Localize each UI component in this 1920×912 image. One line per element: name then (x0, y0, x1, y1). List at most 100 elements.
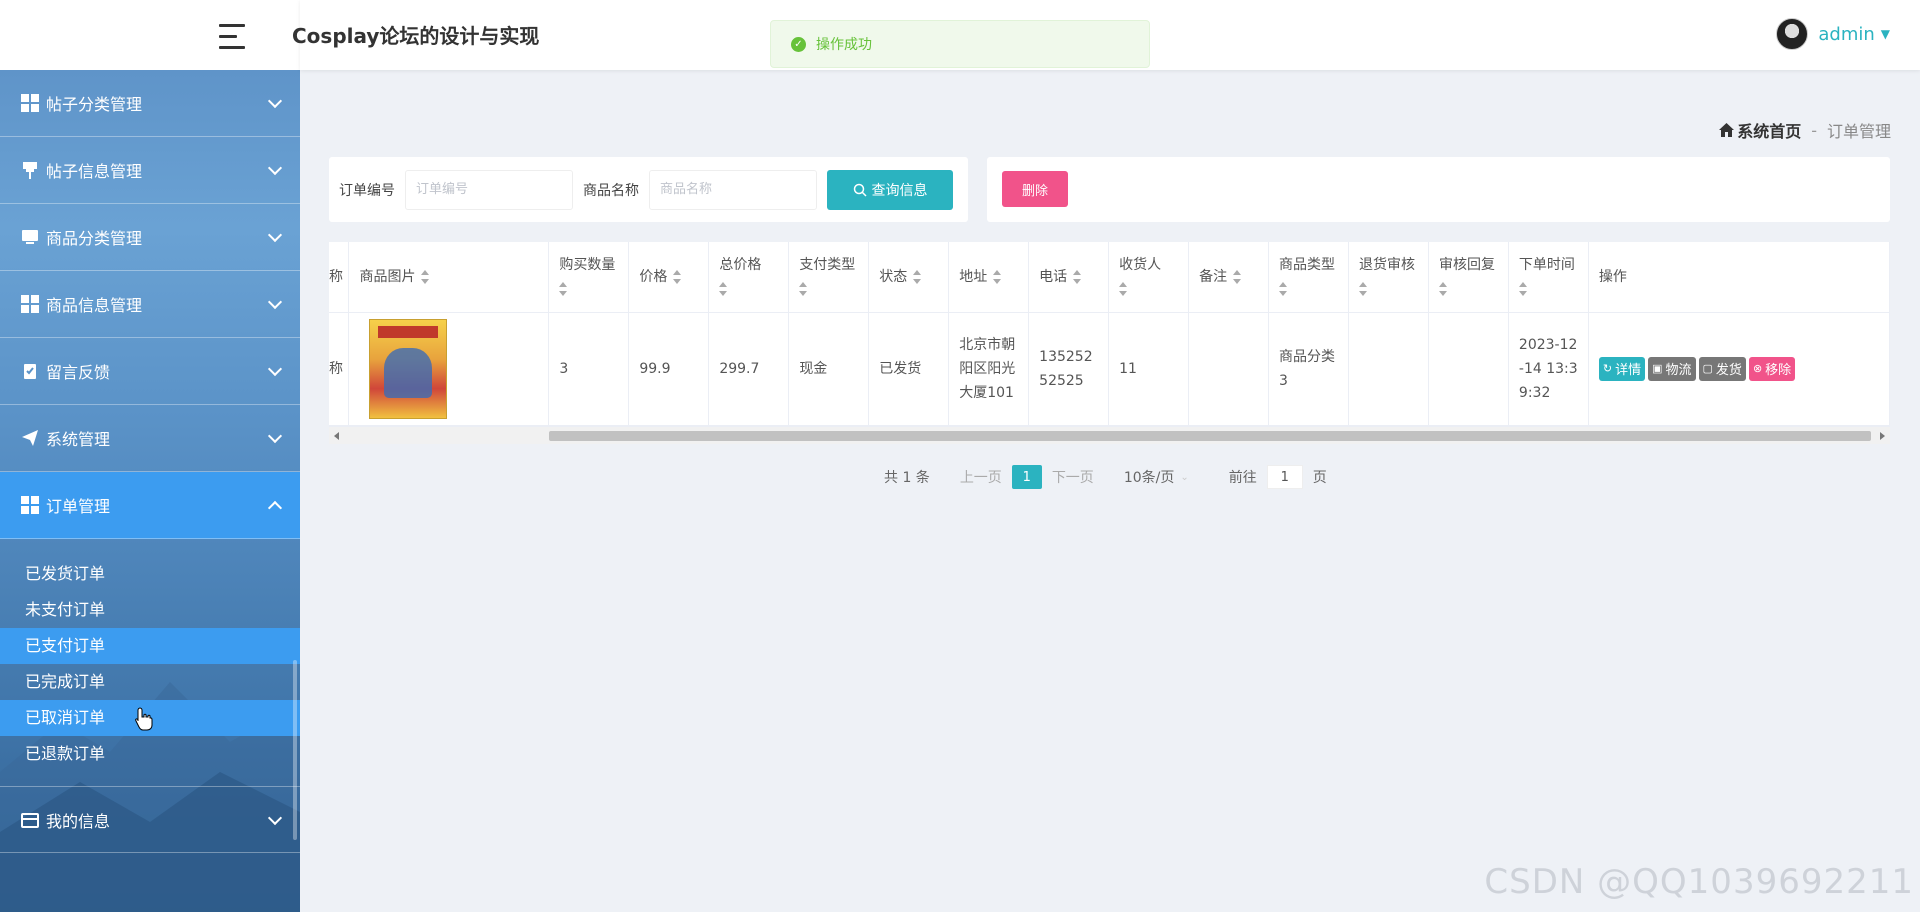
hand-cursor-icon (135, 707, 153, 731)
scrollbar-thumb[interactable] (549, 431, 1871, 441)
menu-toggle-icon[interactable] (219, 24, 245, 49)
sort-icon[interactable] (421, 269, 430, 284)
sidebar-item-post-info[interactable]: 帖子信息管理 (0, 137, 300, 204)
col-header[interactable]: 地址 (948, 242, 1030, 313)
sidebar-item-feedback[interactable]: 留言反馈 (0, 338, 300, 405)
sidebar-item-post-category[interactable]: 帖子分类管理 (0, 70, 300, 137)
header: Cosplay论坛的设计与实现 ✓ 操作成功 admin ▼ (292, 0, 1920, 70)
user-menu[interactable]: admin ▼ (1776, 18, 1890, 50)
sidebar-scrollbar[interactable] (293, 660, 297, 840)
col-header[interactable]: 退货审核 (1348, 242, 1429, 313)
remove-label: 移除 (1765, 362, 1792, 377)
username: admin (1818, 23, 1875, 45)
page-unit-label: 页 (1312, 470, 1327, 486)
sort-icon[interactable] (1233, 269, 1242, 284)
col-header-label: 购买数量 (559, 256, 616, 273)
ship-button[interactable]: ▢ 发货 (1698, 356, 1746, 381)
col-header[interactable]: 下单时间 (1508, 242, 1589, 313)
col-header[interactable]: 支付类型 (788, 242, 870, 313)
col-header[interactable]: 审核回复 (1428, 242, 1509, 313)
col-header-label: 商品类型 (1279, 256, 1336, 273)
chevron-down-icon (267, 361, 283, 377)
sort-icon[interactable] (799, 281, 808, 296)
sidebar-item-orders[interactable]: 订单管理 (0, 472, 300, 539)
cell-order-time: 2023-12-14 13:39:32 (1508, 312, 1589, 426)
sort-icon[interactable] (1119, 281, 1128, 296)
chevron-down-icon (267, 428, 283, 444)
wallet-icon (20, 810, 40, 830)
prev-page-button[interactable]: 上一页 (960, 467, 1002, 487)
sidebar-item-product-category[interactable]: 商品分类管理 (0, 204, 300, 271)
sort-icon[interactable] (673, 269, 682, 284)
remove-button[interactable]: ⊗ 移除 (1748, 356, 1796, 381)
submenu-unpaid-orders[interactable]: 未支付订单 (0, 592, 300, 628)
sort-icon[interactable] (559, 281, 568, 296)
action-panel: 删除 (987, 157, 1890, 222)
col-header[interactable]: 总价格 (708, 242, 790, 313)
submenu-shipped-orders[interactable]: 已发货订单 (0, 556, 300, 592)
scroll-left-icon[interactable] (334, 432, 339, 440)
chevron-down-icon (267, 227, 283, 243)
page-1-button[interactable]: 1 (1011, 465, 1042, 489)
watermark: CSDN @QQ1039692211 (1484, 862, 1914, 902)
sort-icon[interactable] (719, 281, 728, 296)
col-header[interactable]: 电话 (1028, 242, 1110, 313)
submenu-refunded-orders[interactable]: 已退款订单 (0, 736, 300, 772)
horizontal-scrollbar[interactable] (329, 426, 1890, 444)
col-header[interactable]: 价格 (628, 242, 710, 313)
cell-phone: 13525252525 (1028, 312, 1110, 426)
next-page-button[interactable]: 下一页 (1052, 467, 1094, 487)
breadcrumb-separator: - (1811, 120, 1817, 140)
search-button[interactable]: 查询信息 (827, 169, 953, 210)
sidebar-item-label: 我的信息 (46, 811, 111, 831)
sort-icon[interactable] (993, 269, 1002, 284)
cell-remark (1188, 312, 1270, 426)
sidebar-item-label: 帖子分类管理 (46, 95, 143, 114)
submenu-paid-orders[interactable]: 已支付订单 (0, 628, 300, 664)
col-header[interactable]: 备注 (1188, 242, 1270, 313)
goto-page-input[interactable] (1266, 465, 1303, 489)
sidebar-item-product-info[interactable]: 商品信息管理 (0, 271, 300, 338)
topbar-left (0, 0, 300, 70)
sort-icon[interactable] (913, 269, 922, 284)
breadcrumb-home[interactable]: 系统首页 (1719, 118, 1801, 142)
col-header[interactable]: 购买数量 (548, 242, 630, 313)
pagination: 共 1 条 上一页 1 下一页 10条/页 ⌄ 前往 页 (884, 465, 1327, 489)
close-circle-icon: ⊗ (1752, 363, 1763, 375)
sidebar-item-label: 留言反馈 (46, 363, 111, 382)
sort-icon[interactable] (1438, 281, 1447, 296)
col-header-label: 商品图片 (359, 268, 416, 285)
col-header[interactable]: 商品类型 (1268, 242, 1349, 313)
submenu-completed-orders[interactable]: 已完成订单 (0, 664, 300, 700)
breadcrumb-home-label: 系统首页 (1737, 122, 1802, 141)
ship-label: 发货 (1715, 362, 1742, 377)
cell-image (348, 312, 550, 426)
sidebar-item-my-info[interactable]: 我的信息 (0, 786, 300, 853)
sidebar-item-system[interactable]: 系统管理 (0, 405, 300, 472)
order-no-input[interactable] (405, 169, 573, 210)
table-header-row: 称 商品图片 购买数量 价格 总价格 支付类型 状态 地址 电话 收货人 备注 … (329, 242, 1890, 313)
sort-icon[interactable] (1279, 281, 1288, 296)
delete-button[interactable]: 删除 (1002, 171, 1068, 207)
product-image[interactable] (369, 318, 448, 419)
sort-icon[interactable] (1518, 281, 1527, 296)
col-header[interactable]: 收货人 (1108, 242, 1190, 313)
table-row: 称 3 99.9 299.7 现金 已发货 北京市朝阳区阳光大厦101 1352… (329, 312, 1890, 426)
product-name-input[interactable] (649, 169, 817, 210)
col-header[interactable]: 状态 (868, 242, 950, 313)
cell-total: 299.7 (708, 312, 790, 426)
cell-partial: 称 (329, 312, 350, 426)
col-header[interactable]: 商品图片 (348, 242, 550, 313)
sort-icon[interactable] (1359, 281, 1367, 296)
sort-icon[interactable] (1073, 269, 1082, 284)
chevron-down-icon[interactable]: ⌄ (1180, 472, 1188, 483)
caret-down-icon: ▼ (1880, 27, 1890, 41)
logistics-button[interactable]: ▣ 物流 (1648, 356, 1696, 381)
page-size-select[interactable]: 10条/页 (1124, 467, 1175, 487)
col-header-label: 收货人 (1119, 256, 1162, 273)
pushpin-icon (20, 160, 40, 180)
cell-quantity: 3 (548, 312, 630, 426)
detail-button[interactable]: ↻ 详情 (1598, 356, 1646, 381)
avatar (1776, 18, 1809, 50)
scroll-right-icon[interactable] (1880, 432, 1885, 440)
